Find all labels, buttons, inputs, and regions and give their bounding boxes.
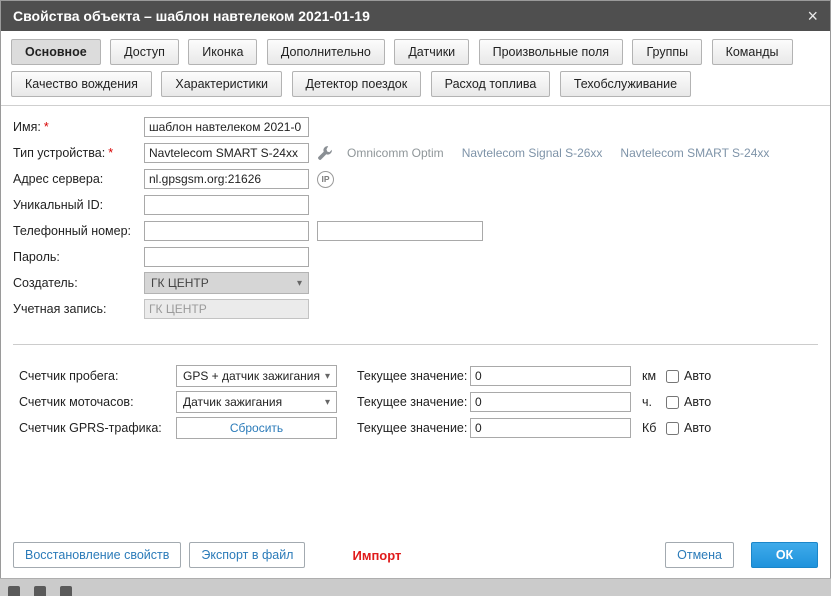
tab-commands[interactable]: Команды: [712, 39, 793, 65]
server-address-row: Адрес сервера: IP: [13, 166, 818, 192]
wrench-icon[interactable]: [317, 145, 333, 161]
tab-sensors[interactable]: Датчики: [394, 39, 469, 65]
reset-traffic-button[interactable]: Сбросить: [176, 417, 337, 439]
mileage-counter-select-value: GPS + датчик зажигания: [183, 369, 320, 383]
account-input: [144, 299, 309, 319]
cancel-button[interactable]: Отмена: [665, 542, 734, 568]
screen: Свойства объекта – шаблон навтелеком 202…: [0, 0, 831, 596]
unique-id-input[interactable]: [144, 195, 309, 215]
restore-properties-button[interactable]: Восстановление свойств: [13, 542, 181, 568]
dialog-footer: Восстановление свойств Экспорт в файл Им…: [13, 542, 818, 568]
tab-row-2: Качество вождения Характеристики Детекто…: [11, 71, 820, 97]
tab-custom-fields[interactable]: Произвольные поля: [479, 39, 623, 65]
tab-profile[interactable]: Характеристики: [161, 71, 282, 97]
engine-hours-auto-label: Авто: [684, 395, 711, 409]
engine-hours-counter-select-value: Датчик зажигания: [183, 395, 282, 409]
close-icon[interactable]: ×: [807, 7, 818, 25]
engine-hours-counter-select[interactable]: Датчик зажигания ▾: [176, 391, 337, 413]
phone-input-2[interactable]: [317, 221, 483, 241]
mileage-counter-select[interactable]: GPS + датчик зажигания ▾: [176, 365, 337, 387]
object-properties-dialog: Свойства объекта – шаблон навтелеком 202…: [0, 0, 831, 578]
background-app-strip: [0, 578, 831, 596]
gprs-traffic-auto-label: Авто: [684, 421, 711, 435]
chevron-down-icon: ▾: [325, 371, 330, 382]
engine-hours-auto-checkbox[interactable]: [666, 396, 679, 409]
required-asterisk: *: [108, 146, 113, 160]
mileage-unit-label: км: [642, 369, 662, 383]
ok-button[interactable]: ОК: [751, 542, 818, 568]
chevron-down-icon: ▾: [297, 278, 302, 289]
server-address-input[interactable]: [144, 169, 309, 189]
mileage-current-value-input[interactable]: [470, 366, 631, 386]
tab-strip: Основное Доступ Иконка Дополнительно Дат…: [1, 31, 830, 106]
background-app-icon: [8, 586, 20, 596]
phone-label: Телефонный номер:: [13, 224, 144, 238]
creator-label: Создатель:: [13, 276, 144, 290]
device-type-input[interactable]: [144, 143, 309, 163]
tab-row-1: Основное Доступ Иконка Дополнительно Дат…: [11, 39, 820, 65]
device-type-row: Тип устройства:* Omnicomm Optim Navtelec…: [13, 140, 818, 166]
account-label: Учетная запись:: [13, 302, 144, 316]
gprs-traffic-unit-label: Кб: [642, 421, 662, 435]
ip-icon[interactable]: IP: [317, 171, 334, 188]
unique-id-row: Уникальный ID:: [13, 192, 818, 218]
device-type-link[interactable]: Navtelecom SMART S-24xx: [620, 146, 769, 160]
tab-icon[interactable]: Иконка: [188, 39, 257, 65]
tab-access[interactable]: Доступ: [110, 39, 179, 65]
recent-device-types: Omnicomm Optim Navtelecom Signal S-26xx …: [347, 146, 769, 160]
password-label: Пароль:: [13, 250, 144, 264]
tab-advanced[interactable]: Дополнительно: [267, 39, 385, 65]
current-value-label: Текущее значение:: [357, 369, 470, 383]
name-label: Имя:: [13, 120, 41, 134]
counters-section: Счетчик пробега: GPS + датчик зажигания …: [1, 345, 830, 441]
tab-groups[interactable]: Группы: [632, 39, 702, 65]
unique-id-label: Уникальный ID:: [13, 198, 144, 212]
required-asterisk: *: [44, 120, 49, 134]
dialog-titlebar: Свойства объекта – шаблон навтелеком 202…: [1, 1, 830, 31]
mileage-auto-label: Авто: [684, 369, 711, 383]
engine-hours-unit-label: ч.: [642, 395, 662, 409]
mileage-counter-row: Счетчик пробега: GPS + датчик зажигания …: [7, 363, 818, 389]
account-row: Учетная запись:: [13, 296, 818, 322]
mileage-auto-checkbox[interactable]: [666, 370, 679, 383]
gprs-traffic-current-value-input[interactable]: [470, 418, 631, 438]
import-link[interactable]: Импорт: [352, 548, 401, 563]
password-input[interactable]: [144, 247, 309, 267]
phone-row: Телефонный номер:: [13, 218, 818, 244]
name-input[interactable]: [144, 117, 309, 137]
gprs-traffic-auto-checkbox[interactable]: [666, 422, 679, 435]
engine-hours-counter-row: Счетчик моточасов: Датчик зажигания ▾ Те…: [7, 389, 818, 415]
general-form: Имя:* Тип устройства:* Omnicomm Optim Na…: [1, 106, 830, 345]
tab-fuel-consumption[interactable]: Расход топлива: [431, 71, 551, 97]
device-type-label: Тип устройства:: [13, 146, 105, 160]
gprs-traffic-counter-label: Счетчик GPRS-трафика:: [19, 421, 176, 435]
server-address-label: Адрес сервера:: [13, 172, 144, 186]
chevron-down-icon: ▾: [325, 397, 330, 408]
gprs-traffic-counter-row: Счетчик GPRS-трафика: Сбросить Текущее з…: [7, 415, 818, 441]
device-type-link[interactable]: Omnicomm Optim: [347, 146, 444, 160]
password-row: Пароль:: [13, 244, 818, 270]
tab-general[interactable]: Основное: [11, 39, 101, 65]
tab-eco-driving[interactable]: Качество вождения: [11, 71, 152, 97]
creator-row: Создатель: ГК ЦЕНТР ▾: [13, 270, 818, 296]
dialog-title: Свойства объекта – шаблон навтелеком 202…: [13, 8, 370, 24]
phone-input-1[interactable]: [144, 221, 309, 241]
creator-select[interactable]: ГК ЦЕНТР ▾: [144, 272, 309, 294]
current-value-label: Текущее значение:: [357, 395, 470, 409]
name-row: Имя:*: [13, 114, 818, 140]
export-to-file-button[interactable]: Экспорт в файл: [189, 542, 305, 568]
engine-hours-current-value-input[interactable]: [470, 392, 631, 412]
device-type-link[interactable]: Navtelecom Signal S-26xx: [462, 146, 603, 160]
creator-select-value: ГК ЦЕНТР: [151, 276, 209, 290]
background-app-icon: [34, 586, 46, 596]
current-value-label: Текущее значение:: [357, 421, 470, 435]
tab-trip-detector[interactable]: Детектор поездок: [292, 71, 422, 97]
background-app-icon: [60, 586, 72, 596]
engine-hours-counter-label: Счетчик моточасов:: [19, 395, 176, 409]
mileage-counter-label: Счетчик пробега:: [19, 369, 176, 383]
tab-maintenance[interactable]: Техобслуживание: [560, 71, 691, 97]
